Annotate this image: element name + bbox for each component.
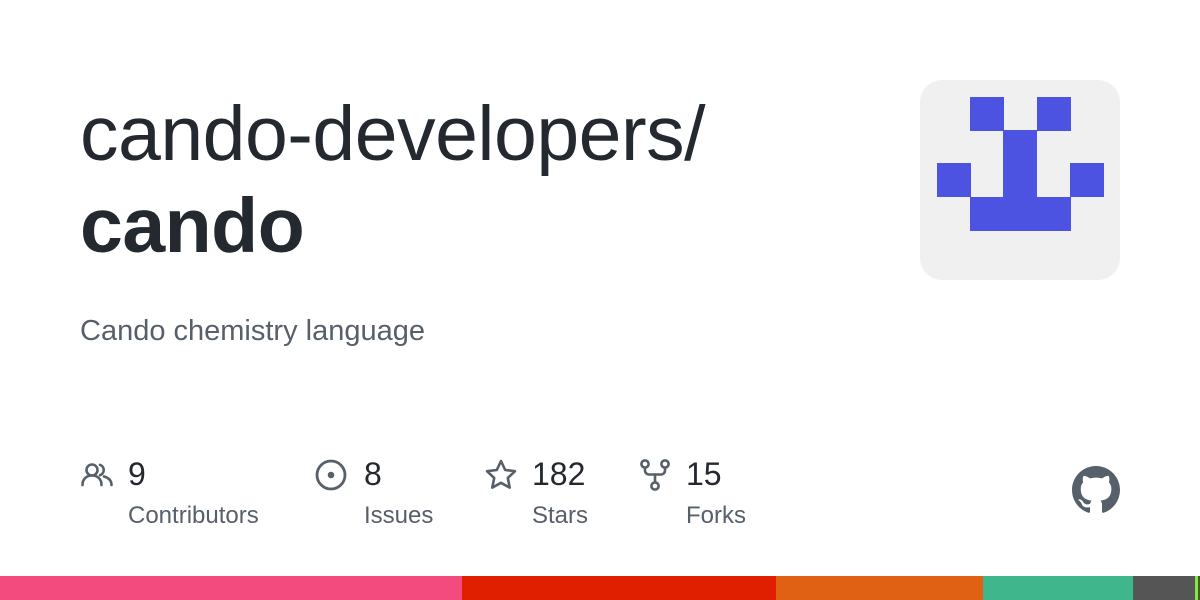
repo-forked-icon [640,459,670,491]
contributors-label: Contributors [128,502,259,529]
stars-label: Stars [532,502,589,529]
language-segment [0,576,462,600]
stars-count: 182 [532,456,586,492]
language-segment [462,576,777,600]
contributors-count: 9 [128,456,146,492]
cando-pixel-logo-icon [937,97,1104,231]
language-segment [1132,576,1196,600]
repo-name: cando [80,183,305,269]
issues-count: 8 [364,456,382,492]
repo-owner: cando-developers/ [80,91,706,177]
avatar-pixel [1070,163,1104,197]
repo-title[interactable]: cando-developers/ cando [80,88,880,272]
repo-description: Cando chemistry language [80,315,425,347]
avatar-pixel [937,163,971,197]
people-icon [81,463,113,487]
language-segment [982,576,1133,600]
issue-opened-icon [315,459,347,491]
repo-card: cando-developers/ cando Cando chemistry … [0,0,1200,600]
avatar-pixel [970,197,1004,231]
language-bar [0,576,1200,600]
avatar-pixel [1037,97,1071,131]
star-icon [485,459,517,489]
avatar-pixel [970,97,1004,131]
issues-label: Issues [364,502,434,529]
github-mark-icon[interactable] [1072,466,1120,514]
owner-avatar[interactable] [920,80,1120,280]
avatar-pixel [1003,130,1037,230]
forks-label: Forks [686,502,746,529]
forks-count: 15 [686,456,722,492]
language-segment [776,576,983,600]
avatar-pixel [1037,197,1071,231]
